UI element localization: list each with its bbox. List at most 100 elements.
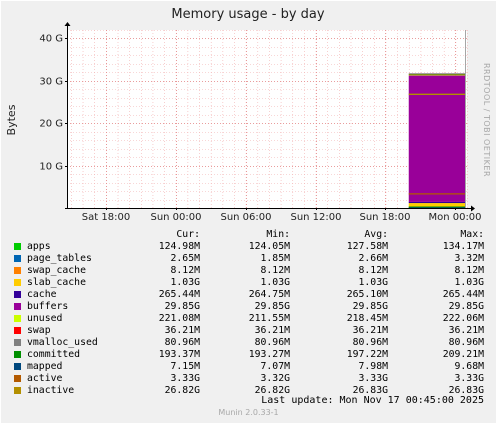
y-tick-label: 20 G [39, 119, 63, 130]
legend-cur: 265.44M [158, 289, 200, 300]
plot-area [67, 30, 467, 208]
legend-min: 29.85G [254, 301, 290, 312]
legend-swatch [14, 363, 21, 370]
legend-row-slab_cache: slab_cache 1.03G 1.03G 1.03G 1.03G [12, 277, 490, 289]
legend-cur: 8.12M [170, 265, 201, 276]
legend-name: buffers [27, 301, 69, 312]
legend-avg: 1.03G [358, 277, 389, 288]
y-axis-label: Bytes [5, 104, 18, 135]
legend-swatch [14, 315, 21, 322]
x-tick-label: Sat 18:00 [82, 212, 130, 223]
x-tick-label: Sun 06:00 [220, 212, 271, 223]
y-tick-label: 40 G [39, 34, 63, 45]
last-update: Last update: Mon Nov 17 00:45:00 2025 [261, 395, 484, 406]
legend-avg: 218.45M [346, 313, 388, 324]
legend-cur: 124.98M [158, 241, 200, 252]
x-tick-label: Sun 12:00 [290, 212, 341, 223]
legend-row-page_tables: page_tables 2.65M 1.85M 2.66M 3.32M [12, 253, 490, 265]
legend-swatch [14, 387, 21, 394]
legend-max: 265.44M [442, 289, 484, 300]
legend-avg: 8.12M [358, 265, 389, 276]
legend-row-swap_cache: swap_cache 8.12M 8.12M 8.12M 8.12M [12, 265, 490, 277]
legend-avg: 2.66M [358, 253, 389, 264]
legend-max: 29.85G [448, 301, 484, 312]
legend-swatch [14, 255, 21, 262]
legend-max: 1.03G [454, 277, 485, 288]
legend-min: 7.07M [260, 361, 291, 372]
legend-cur: 2.65M [170, 253, 201, 264]
legend-cur: 193.37M [158, 349, 200, 360]
legend-max: 134.17M [442, 241, 484, 252]
legend-max: 80.96M [448, 337, 484, 348]
legend-cur: 80.96M [164, 337, 200, 348]
y-axis-arrow [64, 22, 71, 26]
legend-avg: 36.21M [352, 325, 388, 336]
legend-avg: 29.85G [352, 301, 388, 312]
legend-swatch [14, 243, 21, 250]
legend-min: 193.27M [248, 349, 290, 360]
legend-name: apps [27, 241, 51, 252]
legend-name: swap [27, 325, 51, 336]
legend-max: 9.68M [454, 361, 485, 372]
legend-name: slab_cache [27, 277, 86, 288]
legend-swatch [14, 327, 21, 334]
legend-cur: 1.03G [170, 277, 201, 288]
legend-row-apps: apps 124.98M 124.05M 127.58M 134.17M [12, 241, 490, 253]
legend-name: cache [27, 289, 57, 300]
header-min: Min: [266, 229, 290, 240]
legend-rows: apps 124.98M 124.05M 127.58M 134.17M page_tab… [12, 241, 490, 397]
legend-avg: 80.96M [352, 337, 388, 348]
legend-max: 36.21M [448, 325, 484, 336]
legend-row-vmalloc_used: vmalloc_used 80.96M 80.96M 80.96M 80.96M [12, 337, 490, 349]
y-tick-label: 30 G [39, 77, 63, 88]
legend-max: 222.06M [442, 313, 484, 324]
legend-min: 36.21M [254, 325, 290, 336]
legend-cur: 3.33G [170, 373, 201, 384]
legend-avg: 127.58M [346, 241, 388, 252]
legend-row-swap: swap 36.21M 36.21M 36.21M 36.21M [12, 325, 490, 337]
legend-cur: 36.21M [164, 325, 200, 336]
legend-min: 1.03G [260, 277, 291, 288]
legend-name: vmalloc_used [27, 337, 98, 348]
legend-avg: 3.33G [358, 373, 389, 384]
legend-min: 264.75M [248, 289, 290, 300]
x-tick-label: Mon 00:00 [428, 212, 481, 223]
legend-table: Cur: Min: Avg: Max: apps 124.98M 124.05M 12… [12, 229, 490, 397]
legend-header: Cur: Min: Avg: Max: [12, 229, 490, 241]
x-tick-labels: Sat 18:00 Sun 00:00 Sun 06:00 Sun 12:00 Sun … [82, 208, 482, 223]
legend-cur: 29.85G [164, 301, 200, 312]
legend-name: unused [27, 313, 63, 324]
legend-row-buffers: buffers 29.85G 29.85G 29.85G 29.85G [12, 301, 490, 313]
legend-min: 211.55M [248, 313, 290, 324]
legend-name: mapped [27, 361, 63, 372]
legend-row-active: active 3.33G 3.32G 3.33G 3.33G [12, 373, 490, 385]
legend-swatch [14, 351, 21, 358]
legend-swatch [14, 291, 21, 298]
x-tick-label: Sun 18:00 [359, 212, 410, 223]
legend-avg: 197.22M [346, 349, 388, 360]
legend-max: 3.32M [454, 253, 485, 264]
rrdtool-credit: RRDTOOL / TOBI OETIKER [482, 63, 491, 177]
legend-row-unused: unused 221.08M 211.55M 218.45M 222.06M [12, 313, 490, 325]
legend-avg: 265.10M [346, 289, 388, 300]
legend-row-committed: committed 193.37M 193.27M 197.22M 209.21M [12, 349, 490, 361]
area-cache [408, 201, 465, 204]
x-tick-label: Sun 00:00 [150, 212, 201, 223]
legend-avg: 7.98M [358, 361, 389, 372]
legend-min: 8.12M [260, 265, 291, 276]
legend-row-cache: cache 265.44M 264.75M 265.10M 265.44M [12, 289, 490, 301]
legend-max: 8.12M [454, 265, 485, 276]
legend-min: 1.85M [260, 253, 291, 264]
x-axis-arrow [471, 205, 475, 212]
legend-name: committed [27, 349, 81, 360]
legend-row-mapped: mapped 7.15M 7.07M 7.98M 9.68M [12, 361, 490, 373]
legend-name: active [27, 373, 63, 384]
y-tick-label: 10 G [39, 162, 63, 173]
munin-version: Munin 2.0.33-1 [218, 408, 279, 417]
header-cur: Cur: [176, 229, 200, 240]
legend-max: 209.21M [442, 349, 484, 360]
legend-min: 80.96M [254, 337, 290, 348]
chart-title: Memory usage - by day [171, 7, 324, 22]
legend-cur: 221.08M [158, 313, 200, 324]
legend-swatch [14, 267, 21, 274]
